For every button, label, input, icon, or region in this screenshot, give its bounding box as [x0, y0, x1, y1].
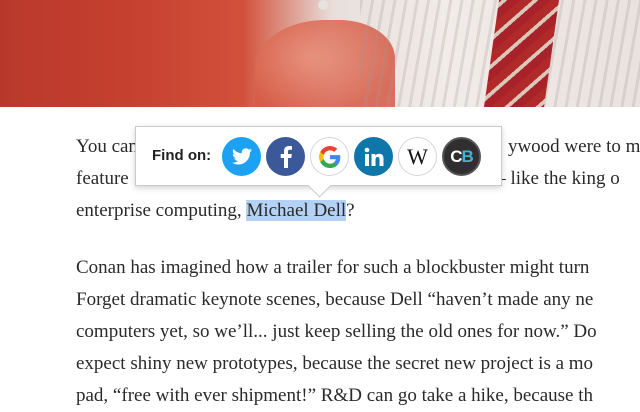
- paragraph-1-line-3: enterprise computing, Michael Dell?: [76, 195, 640, 227]
- wikipedia-button[interactable]: W: [398, 137, 437, 176]
- paragraph-2-line: computers yet, so we’ll... just keep sel…: [76, 321, 597, 342]
- google-icon: [318, 145, 340, 168]
- selected-text-michael-dell[interactable]: Michael Dell: [246, 200, 347, 221]
- crunchbase-c: C: [450, 146, 462, 166]
- twitter-button[interactable]: [222, 137, 261, 176]
- text-fragment: enterprise computing,: [76, 200, 247, 221]
- text-fragment: ?: [346, 200, 355, 221]
- crunchbase-b: B: [461, 146, 474, 166]
- facebook-button[interactable]: [266, 137, 305, 176]
- wikipedia-icon: W: [407, 143, 428, 169]
- linkedin-button[interactable]: [354, 137, 393, 176]
- paragraph-2-line: Conan has imagined how a trailer for suc…: [76, 257, 590, 278]
- service-icons: W CB: [222, 137, 481, 176]
- find-on-popup: Find on: W CB: [135, 126, 502, 186]
- article-hero-image: [0, 0, 640, 107]
- text-fragment: You can: [76, 136, 138, 157]
- facebook-icon: [280, 145, 292, 168]
- paragraph-2-line: expect shiny new prototypes, because the…: [76, 353, 594, 374]
- google-button[interactable]: [310, 137, 349, 176]
- linkedin-icon: [364, 147, 383, 166]
- paragraph-2: Conan has imagined how a trailer for suc…: [76, 252, 597, 412]
- paragraph-2-line: pad, “free with ever shipment!” R&D can …: [76, 385, 594, 406]
- hero-shirt-button: [318, 0, 328, 10]
- crunchbase-icon: CB: [450, 146, 474, 167]
- paragraph-2-line: Forget dramatic keynote scenes, because …: [76, 289, 594, 310]
- find-on-label: Find on:: [152, 147, 212, 164]
- crunchbase-button[interactable]: CB: [442, 137, 481, 176]
- twitter-icon: [231, 148, 252, 165]
- text-fragment: — like the king o: [486, 168, 620, 189]
- text-fragment: ywood were to m: [507, 136, 640, 157]
- text-fragment: feature: [76, 168, 129, 189]
